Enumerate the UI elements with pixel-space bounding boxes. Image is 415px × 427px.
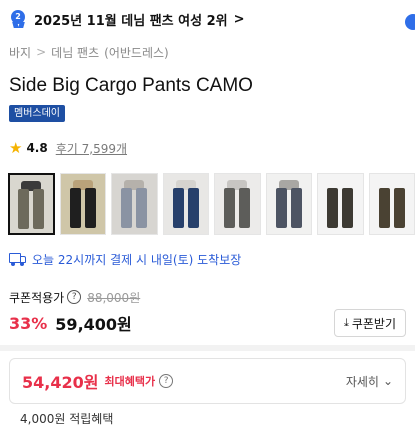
ranking-text: 2025년 11월 데님 팬츠 여성 2위	[34, 13, 228, 29]
product-thumbnail[interactable]	[214, 173, 261, 235]
delivery-guarantee[interactable]: 오늘 22시까지 결제 시 내일(토) 도착보장	[0, 249, 415, 269]
product-thumbnail[interactable]	[317, 173, 364, 235]
star-icon: ★	[9, 139, 23, 157]
max-benefit-price: 54,420원	[22, 373, 99, 392]
review-count-link[interactable]: 후기 7,599개	[56, 140, 127, 157]
points-reward-text: 4,000원 적립혜택	[20, 412, 114, 426]
members-day-badge: 멤버스데이	[9, 105, 65, 122]
product-title: Side Big Cargo Pants CAMO	[9, 75, 253, 96]
pants-image	[327, 180, 354, 228]
pants-image	[18, 181, 45, 229]
product-thumbnail[interactable]	[111, 173, 158, 235]
floating-badge-icon[interactable]	[405, 14, 415, 30]
pants-image	[378, 180, 405, 228]
coupon-price-label-row: 쿠폰적용가 ? 88,000원	[0, 288, 415, 306]
pants-image	[275, 180, 302, 228]
breadcrumb: 바지 > 데님 팬츠 (어반드레스)	[0, 42, 415, 62]
original-price: 88,000원	[87, 290, 141, 305]
breadcrumb-separator: >	[36, 45, 47, 59]
delivery-text: 오늘 22시까지 결제 시 내일(토) 도착보장	[32, 252, 242, 267]
final-price: 59,400원	[55, 315, 132, 334]
product-thumbnail[interactable]	[162, 173, 210, 235]
coupon-price-label: 쿠폰적용가	[9, 290, 65, 305]
rating-score: 4.8	[26, 141, 48, 155]
product-thumbnail[interactable]	[8, 173, 55, 235]
product-thumbnail[interactable]	[265, 173, 313, 235]
get-coupon-button[interactable]: ⤓ 쿠폰받기	[334, 309, 406, 337]
truck-icon	[9, 252, 26, 266]
medal-icon: 2	[9, 10, 27, 28]
download-icon: ⤓	[343, 316, 349, 329]
discount-rate: 33%	[9, 313, 48, 333]
info-icon[interactable]: ?	[67, 290, 82, 304]
chevron-down-icon: ⌄	[382, 374, 393, 388]
detail-toggle[interactable]: 자세히 ⌄	[346, 373, 393, 390]
pants-image	[172, 180, 199, 228]
max-benefit-label: 최대혜택가	[104, 375, 156, 388]
chevron-right-icon: >	[233, 11, 245, 27]
section-divider	[0, 345, 415, 351]
info-icon[interactable]: ?	[159, 374, 174, 388]
thumbnail-strip	[0, 173, 415, 235]
detail-label: 자세히	[345, 374, 379, 389]
pants-image	[224, 180, 251, 228]
rating-row: ★ 4.8 후기 7,599개	[0, 138, 415, 158]
pants-image	[121, 180, 148, 228]
product-thumbnail[interactable]	[59, 173, 107, 235]
breadcrumb-item-pants[interactable]: 바지	[9, 44, 31, 61]
pants-image	[69, 180, 96, 228]
breadcrumb-item-denim[interactable]: 데님 팬츠	[51, 44, 99, 61]
ranking-banner[interactable]: 2 2025년 11월 데님 팬츠 여성 2위 >	[0, 8, 415, 30]
max-benefit-card[interactable]: 54,420원 최대혜택가 ? 자세히 ⌄	[9, 358, 406, 404]
breadcrumb-item-brand[interactable]: (어반드레스)	[104, 44, 169, 61]
product-thumbnail[interactable]	[368, 173, 415, 235]
get-coupon-label: 쿠폰받기	[351, 316, 397, 331]
